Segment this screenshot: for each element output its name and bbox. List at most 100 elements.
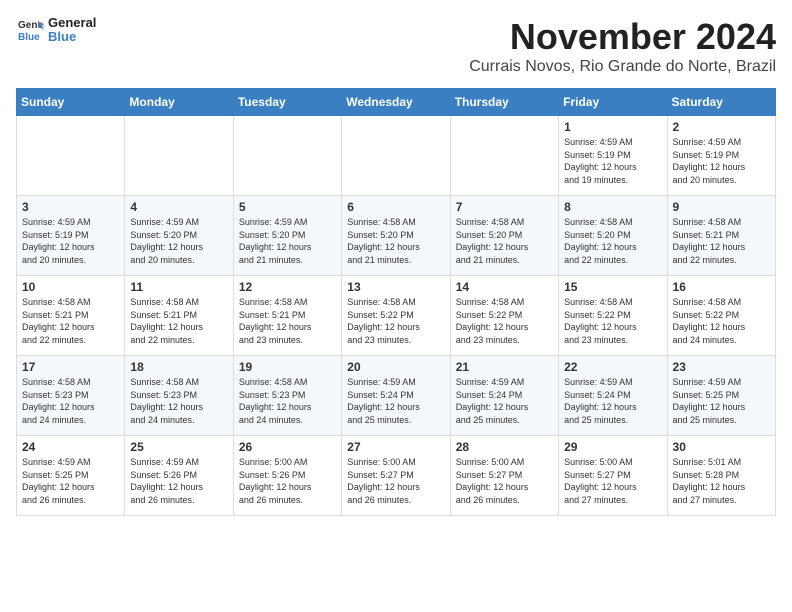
- day-info: Sunrise: 4:58 AM Sunset: 5:20 PM Dayligh…: [347, 216, 444, 266]
- logo: General Blue General Blue: [16, 16, 96, 45]
- day-number: 7: [456, 200, 553, 214]
- day-info: Sunrise: 4:58 AM Sunset: 5:22 PM Dayligh…: [347, 296, 444, 346]
- header-row: SundayMondayTuesdayWednesdayThursdayFrid…: [17, 89, 776, 116]
- week-row-5: 24 Sunrise: 4:59 AM Sunset: 5:25 PM Dayli…: [17, 436, 776, 516]
- calendar-cell: 24 Sunrise: 4:59 AM Sunset: 5:25 PM Dayli…: [17, 436, 125, 516]
- day-info: Sunrise: 4:59 AM Sunset: 5:20 PM Dayligh…: [239, 216, 336, 266]
- calendar-cell: 1Sunrise: 4:59 AM Sunset: 5:19 PM Daylig…: [559, 116, 667, 196]
- day-number: 25: [130, 440, 227, 454]
- day-number: 2: [673, 120, 770, 134]
- day-number: 10: [22, 280, 119, 294]
- svg-text:Blue: Blue: [18, 32, 40, 43]
- calendar-cell: 10 Sunrise: 4:58 AM Sunset: 5:21 PM Dayli…: [17, 276, 125, 356]
- header-monday: Monday: [125, 89, 233, 116]
- calendar-cell: [450, 116, 558, 196]
- calendar-cell: 16 Sunrise: 4:58 AM Sunset: 5:22 PM Dayli…: [667, 276, 775, 356]
- week-row-3: 10 Sunrise: 4:58 AM Sunset: 5:21 PM Dayli…: [17, 276, 776, 356]
- day-number: 14: [456, 280, 553, 294]
- day-info: Sunrise: 5:01 AM Sunset: 5:28 PM Dayligh…: [673, 456, 770, 506]
- header-sunday: Sunday: [17, 89, 125, 116]
- day-number: 11: [130, 280, 227, 294]
- day-number: 13: [347, 280, 444, 294]
- week-row-4: 17 Sunrise: 4:58 AM Sunset: 5:23 PM Dayli…: [17, 356, 776, 436]
- day-info: Sunrise: 5:00 AM Sunset: 5:26 PM Dayligh…: [239, 456, 336, 506]
- day-info: Sunrise: 4:59 AM Sunset: 5:24 PM Dayligh…: [456, 376, 553, 426]
- top-row: General Blue General Blue November 2024 …: [16, 16, 776, 78]
- calendar-cell: 2 Sunrise: 4:59 AM Sunset: 5:19 PM Daylig…: [667, 116, 775, 196]
- day-info: Sunrise: 5:00 AM Sunset: 5:27 PM Dayligh…: [564, 456, 661, 506]
- calendar-cell: 27Sunrise: 5:00 AM Sunset: 5:27 PM Dayli…: [342, 436, 450, 516]
- calendar-cell: [233, 116, 341, 196]
- logo-line1: General: [48, 16, 96, 30]
- day-info: Sunrise: 4:59 AM Sunset: 5:19 PM Dayligh…: [673, 136, 770, 186]
- day-info: Sunrise: 4:58 AM Sunset: 5:22 PM Dayligh…: [456, 296, 553, 346]
- day-number: 24: [22, 440, 119, 454]
- day-info: Sunrise: 4:59 AM Sunset: 5:25 PM Dayligh…: [673, 376, 770, 426]
- header-saturday: Saturday: [667, 89, 775, 116]
- day-number: 16: [673, 280, 770, 294]
- calendar-cell: 28Sunrise: 5:00 AM Sunset: 5:27 PM Dayli…: [450, 436, 558, 516]
- calendar-cell: 25 Sunrise: 4:59 AM Sunset: 5:26 PM Dayli…: [125, 436, 233, 516]
- day-info: Sunrise: 4:59 AM Sunset: 5:20 PM Dayligh…: [130, 216, 227, 266]
- day-info: Sunrise: 4:58 AM Sunset: 5:20 PM Dayligh…: [456, 216, 553, 266]
- week-row-1: 1Sunrise: 4:59 AM Sunset: 5:19 PM Daylig…: [17, 116, 776, 196]
- header-thursday: Thursday: [450, 89, 558, 116]
- day-number: 18: [130, 360, 227, 374]
- day-number: 15: [564, 280, 661, 294]
- day-info: Sunrise: 4:59 AM Sunset: 5:24 PM Dayligh…: [564, 376, 661, 426]
- calendar-cell: 11Sunrise: 4:58 AM Sunset: 5:21 PM Dayli…: [125, 276, 233, 356]
- day-info: Sunrise: 4:59 AM Sunset: 5:26 PM Dayligh…: [130, 456, 227, 506]
- day-number: 8: [564, 200, 661, 214]
- day-number: 19: [239, 360, 336, 374]
- calendar-cell: 30 Sunrise: 5:01 AM Sunset: 5:28 PM Dayli…: [667, 436, 775, 516]
- day-number: 29: [564, 440, 661, 454]
- calendar-cell: 4Sunrise: 4:59 AM Sunset: 5:20 PM Daylig…: [125, 196, 233, 276]
- day-info: Sunrise: 4:58 AM Sunset: 5:20 PM Dayligh…: [564, 216, 661, 266]
- day-number: 30: [673, 440, 770, 454]
- calendar-cell: 20 Sunrise: 4:59 AM Sunset: 5:24 PM Dayli…: [342, 356, 450, 436]
- day-info: Sunrise: 4:58 AM Sunset: 5:23 PM Dayligh…: [22, 376, 119, 426]
- calendar-cell: 7 Sunrise: 4:58 AM Sunset: 5:20 PM Daylig…: [450, 196, 558, 276]
- calendar-table: SundayMondayTuesdayWednesdayThursdayFrid…: [16, 88, 776, 516]
- week-row-2: 3 Sunrise: 4:59 AM Sunset: 5:19 PM Daylig…: [17, 196, 776, 276]
- calendar-cell: 9 Sunrise: 4:58 AM Sunset: 5:21 PM Daylig…: [667, 196, 775, 276]
- day-info: Sunrise: 4:58 AM Sunset: 5:22 PM Dayligh…: [564, 296, 661, 346]
- day-info: Sunrise: 4:59 AM Sunset: 5:24 PM Dayligh…: [347, 376, 444, 426]
- calendar-cell: 3 Sunrise: 4:59 AM Sunset: 5:19 PM Daylig…: [17, 196, 125, 276]
- calendar-cell: 12 Sunrise: 4:58 AM Sunset: 5:21 PM Dayli…: [233, 276, 341, 356]
- day-number: 6: [347, 200, 444, 214]
- day-info: Sunrise: 4:59 AM Sunset: 5:19 PM Dayligh…: [564, 136, 661, 186]
- calendar-cell: 29 Sunrise: 5:00 AM Sunset: 5:27 PM Dayli…: [559, 436, 667, 516]
- calendar-cell: [125, 116, 233, 196]
- calendar-cell: 26 Sunrise: 5:00 AM Sunset: 5:26 PM Dayli…: [233, 436, 341, 516]
- day-info: Sunrise: 4:58 AM Sunset: 5:21 PM Dayligh…: [673, 216, 770, 266]
- day-info: Sunrise: 4:58 AM Sunset: 5:22 PM Dayligh…: [673, 296, 770, 346]
- calendar-cell: 19Sunrise: 4:58 AM Sunset: 5:23 PM Dayli…: [233, 356, 341, 436]
- day-number: 28: [456, 440, 553, 454]
- calendar-cell: 18Sunrise: 4:58 AM Sunset: 5:23 PM Dayli…: [125, 356, 233, 436]
- day-number: 20: [347, 360, 444, 374]
- day-info: Sunrise: 4:59 AM Sunset: 5:19 PM Dayligh…: [22, 216, 119, 266]
- calendar-cell: 13 Sunrise: 4:58 AM Sunset: 5:22 PM Dayli…: [342, 276, 450, 356]
- calendar-cell: 23Sunrise: 4:59 AM Sunset: 5:25 PM Dayli…: [667, 356, 775, 436]
- day-number: 5: [239, 200, 336, 214]
- calendar-cell: 8 Sunrise: 4:58 AM Sunset: 5:20 PM Daylig…: [559, 196, 667, 276]
- calendar-cell: 14 Sunrise: 4:58 AM Sunset: 5:22 PM Dayli…: [450, 276, 558, 356]
- header-tuesday: Tuesday: [233, 89, 341, 116]
- calendar-cell: [17, 116, 125, 196]
- day-number: 26: [239, 440, 336, 454]
- day-number: 3: [22, 200, 119, 214]
- day-number: 27: [347, 440, 444, 454]
- day-info: Sunrise: 4:58 AM Sunset: 5:21 PM Dayligh…: [22, 296, 119, 346]
- calendar-cell: 15 Sunrise: 4:58 AM Sunset: 5:22 PM Dayli…: [559, 276, 667, 356]
- day-number: 17: [22, 360, 119, 374]
- day-number: 9: [673, 200, 770, 214]
- day-info: Sunrise: 4:58 AM Sunset: 5:21 PM Dayligh…: [239, 296, 336, 346]
- calendar-cell: 6 Sunrise: 4:58 AM Sunset: 5:20 PM Daylig…: [342, 196, 450, 276]
- calendar-cell: 22Sunrise: 4:59 AM Sunset: 5:24 PM Dayli…: [559, 356, 667, 436]
- logo-icon: General Blue: [16, 16, 44, 44]
- logo-line2: Blue: [48, 30, 96, 44]
- day-info: Sunrise: 4:59 AM Sunset: 5:25 PM Dayligh…: [22, 456, 119, 506]
- day-number: 12: [239, 280, 336, 294]
- header-wednesday: Wednesday: [342, 89, 450, 116]
